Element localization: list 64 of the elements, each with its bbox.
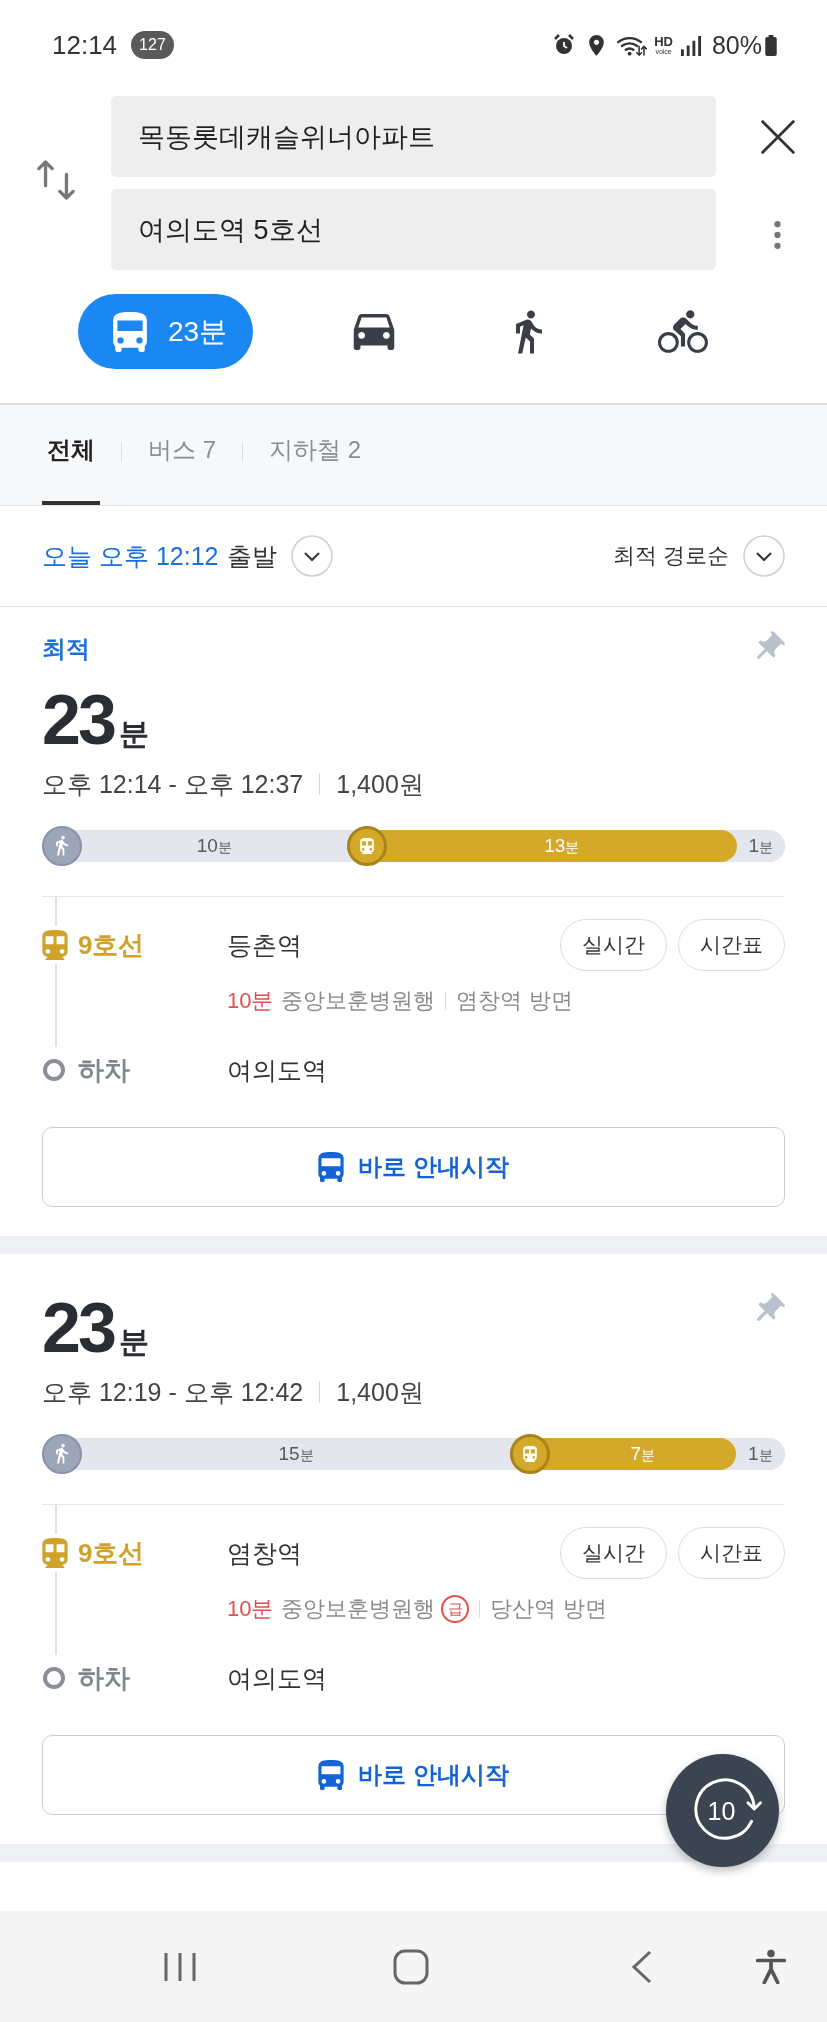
start-navigation-button[interactable]: 바로 안내시작 bbox=[42, 1127, 785, 1207]
alight-station: 여의도역 bbox=[227, 1662, 327, 1694]
sort-order-button[interactable]: 최적 경로순 bbox=[612, 535, 785, 577]
ring-icon bbox=[42, 1058, 66, 1082]
boarding-station: 염창역 bbox=[227, 1537, 302, 1569]
signal-icon bbox=[680, 34, 702, 56]
segment-duration: 1분 bbox=[747, 1443, 773, 1465]
trip-duration: 23분 bbox=[42, 1293, 149, 1363]
alight-label: 하차 bbox=[78, 1661, 130, 1695]
transit-mode-tab[interactable]: 23분 bbox=[78, 294, 254, 369]
chevron-down-icon bbox=[743, 535, 785, 577]
status-time: 12:14 bbox=[52, 29, 118, 61]
trip-time-range: 오후 12:19 - 오후 12:42 bbox=[42, 1376, 304, 1408]
filter-tab[interactable]: 전체 bbox=[42, 405, 100, 505]
alight-label: 하차 bbox=[78, 1053, 130, 1087]
trip-duration: 23분 bbox=[42, 685, 149, 755]
train-destination: 중앙보훈병원행 bbox=[281, 987, 436, 1015]
trip-time-range: 오후 12:14 - 오후 12:37 bbox=[42, 768, 304, 800]
accessibility-icon[interactable] bbox=[755, 1949, 787, 1984]
bicycle-icon bbox=[658, 310, 708, 353]
segment-duration: 13분 bbox=[543, 835, 581, 857]
ring-icon bbox=[42, 1666, 66, 1690]
walking-person-icon bbox=[42, 826, 82, 866]
notification-count-badge: 127 bbox=[131, 31, 174, 59]
segment-duration: 1분 bbox=[748, 835, 774, 857]
trip-fare: 1,400원 bbox=[336, 768, 424, 800]
more-options-icon[interactable] bbox=[773, 219, 782, 251]
bus-icon bbox=[318, 1152, 345, 1182]
battery-icon bbox=[765, 34, 777, 56]
schedule-button[interactable]: 실시간 bbox=[560, 919, 667, 971]
line-name: 9호선 bbox=[78, 928, 145, 962]
bus-icon bbox=[318, 1760, 345, 1790]
walking-person-icon bbox=[515, 309, 542, 354]
train-direction: 당산역 방면 bbox=[490, 1595, 607, 1623]
bus-icon bbox=[112, 311, 148, 352]
line-name: 9호선 bbox=[78, 1536, 145, 1570]
wait-time: 10분 bbox=[227, 1595, 274, 1623]
home-icon[interactable] bbox=[392, 1948, 429, 1985]
battery-percent: 80% bbox=[711, 30, 762, 60]
schedule-button[interactable]: 시간표 bbox=[678, 919, 785, 971]
trip-fare: 1,400원 bbox=[336, 1376, 424, 1408]
alight-station: 여의도역 bbox=[227, 1054, 327, 1086]
schedule-button[interactable]: 시간표 bbox=[678, 1527, 785, 1579]
back-icon[interactable] bbox=[630, 1949, 653, 1984]
segment-duration: 10분 bbox=[195, 835, 233, 857]
walking-person-icon bbox=[42, 1434, 82, 1474]
segment-duration: 15분 bbox=[277, 1443, 315, 1465]
destination-field[interactable]: 여의도역 5호선 bbox=[111, 189, 716, 270]
car-icon bbox=[353, 313, 396, 350]
location-pin-icon bbox=[589, 34, 605, 56]
swap-arrows-icon[interactable] bbox=[36, 157, 75, 203]
origin-field[interactable]: 목동롯데캐슬위너아파트 bbox=[111, 96, 716, 177]
train-destination: 중앙보훈병원행 bbox=[281, 1595, 436, 1623]
express-badge: 급 bbox=[441, 1595, 470, 1623]
train-direction: 염창역 방면 bbox=[456, 987, 573, 1015]
boarding-station: 등촌역 bbox=[227, 929, 302, 961]
alarm-clock-icon bbox=[553, 34, 576, 56]
route-category-label: 최적 bbox=[42, 634, 91, 664]
chevron-down-icon bbox=[291, 535, 334, 577]
wait-time: 10분 bbox=[227, 987, 274, 1015]
close-icon[interactable] bbox=[759, 119, 796, 155]
schedule-button[interactable]: 실시간 bbox=[560, 1527, 667, 1579]
departure-time-button[interactable]: 오늘 오후 12:12 출발 bbox=[42, 535, 334, 577]
segment-duration: 7분 bbox=[629, 1443, 657, 1465]
